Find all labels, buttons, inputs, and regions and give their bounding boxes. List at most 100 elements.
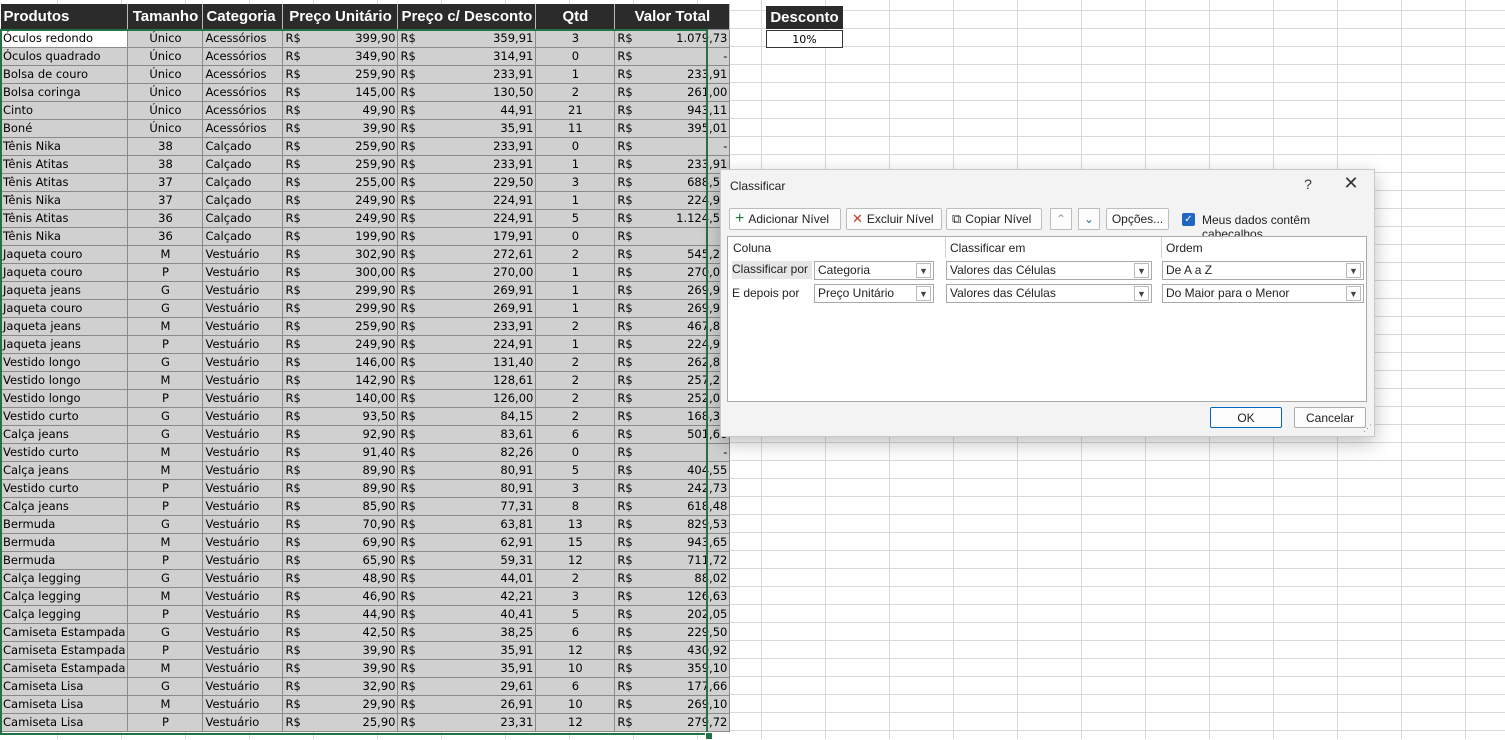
cell-prod[interactable]: Calça legging xyxy=(0,605,129,624)
cell-qtd[interactable]: 10 xyxy=(535,695,616,714)
cell-tam[interactable]: P xyxy=(127,263,204,282)
cell-cat[interactable]: Vestuário xyxy=(202,587,284,606)
cell-tam[interactable]: 37 xyxy=(127,173,204,192)
cell-pu[interactable]: R$ 42,50 xyxy=(282,623,399,642)
cell-vt[interactable]: R$ 269,10 xyxy=(614,695,731,714)
cell-vt[interactable]: R$ 177,66 xyxy=(614,677,731,696)
cell-qtd[interactable]: 2 xyxy=(535,353,616,372)
cell-pd[interactable]: R$ 233,91 xyxy=(397,137,537,156)
level-1-sort-on-select[interactable]: Valores das Células ▼ xyxy=(946,261,1152,280)
cell-pd[interactable]: R$ 35,91 xyxy=(397,119,537,138)
cell-vt[interactable]: R$ 1.079,73 xyxy=(614,29,731,48)
cell-pu[interactable]: R$ 259,90 xyxy=(282,155,399,174)
cell-vt[interactable]: R$ 688,50 xyxy=(614,173,731,192)
cell-pu[interactable]: R$ 44,90 xyxy=(282,605,399,624)
cell-tam[interactable]: Único xyxy=(127,65,204,84)
cell-vt[interactable]: R$ 224,91 xyxy=(614,335,731,354)
cell-pd[interactable]: R$ 126,00 xyxy=(397,389,537,408)
cell-pu[interactable]: R$ 255,00 xyxy=(282,173,399,192)
cell-tam[interactable]: G xyxy=(127,623,204,642)
cell-qtd[interactable]: 12 xyxy=(535,713,616,732)
cell-pu[interactable]: R$ 69,90 xyxy=(282,533,399,552)
cell-pd[interactable]: R$ 233,91 xyxy=(397,155,537,174)
cell-tam[interactable]: P xyxy=(127,713,204,732)
cell-pd[interactable]: R$ 35,91 xyxy=(397,641,537,660)
cell-pd[interactable]: R$ 359,91 xyxy=(397,29,537,48)
cell-qtd[interactable]: 11 xyxy=(535,119,616,138)
cell-prod[interactable]: Camiseta Estampada xyxy=(0,641,129,660)
cell-tam[interactable]: G xyxy=(127,569,204,588)
cell-pd[interactable]: R$ 40,41 xyxy=(397,605,537,624)
cell-qtd[interactable]: 2 xyxy=(535,389,616,408)
cell-pu[interactable]: R$ 302,90 xyxy=(282,245,399,264)
cell-pd[interactable]: R$ 130,50 xyxy=(397,83,537,102)
cell-prod[interactable]: Jaqueta jeans xyxy=(0,335,129,354)
cell-pd[interactable]: R$ 272,61 xyxy=(397,245,537,264)
cell-vt[interactable]: R$ 270,00 xyxy=(614,263,731,282)
cell-cat[interactable]: Vestuário xyxy=(202,479,284,498)
chevron-down-icon[interactable]: ▼ xyxy=(916,286,931,301)
cell-cat[interactable]: Vestuário xyxy=(202,263,284,282)
cell-prod[interactable]: Jaqueta couro xyxy=(0,299,129,318)
cell-pd[interactable]: R$ 229,50 xyxy=(397,173,537,192)
cell-pu[interactable]: R$ 89,90 xyxy=(282,479,399,498)
cell-vt[interactable]: R$ 269,91 xyxy=(614,281,731,300)
cell-cat[interactable]: Calçado xyxy=(202,173,284,192)
cell-qtd[interactable]: 6 xyxy=(535,425,616,444)
cell-pd[interactable]: R$ 233,91 xyxy=(397,317,537,336)
cell-vt[interactable]: R$ 229,50 xyxy=(614,623,731,642)
move-up-icon[interactable]: ⌃ xyxy=(1050,208,1072,230)
cell-qtd[interactable]: 3 xyxy=(535,173,616,192)
cell-qtd[interactable]: 5 xyxy=(535,461,616,480)
cell-cat[interactable]: Acessórios xyxy=(202,119,284,138)
cell-pu[interactable]: R$ 89,90 xyxy=(282,461,399,480)
cell-prod[interactable]: Jaqueta jeans xyxy=(0,281,129,300)
cell-tam[interactable]: P xyxy=(127,605,204,624)
cell-cat[interactable]: Acessórios xyxy=(202,101,284,120)
cell-pu[interactable]: R$ 39,90 xyxy=(282,659,399,678)
cell-cat[interactable]: Vestuário xyxy=(202,335,284,354)
cell-qtd[interactable]: 1 xyxy=(535,281,616,300)
cell-qtd[interactable]: 2 xyxy=(535,407,616,426)
cell-tam[interactable]: G xyxy=(127,425,204,444)
cell-prod[interactable]: Bermuda xyxy=(0,533,129,552)
cell-pd[interactable]: R$ 26,91 xyxy=(397,695,537,714)
cell-pu[interactable]: R$ 70,90 xyxy=(282,515,399,534)
cell-vt[interactable]: R$ 233,91 xyxy=(614,155,731,174)
cell-cat[interactable]: Vestuário xyxy=(202,299,284,318)
help-icon[interactable]: ? xyxy=(1301,176,1315,192)
cell-qtd[interactable]: 0 xyxy=(535,443,616,462)
cell-pd[interactable]: R$ 42,21 xyxy=(397,587,537,606)
cancel-button[interactable]: Cancelar xyxy=(1294,407,1366,428)
cell-prod[interactable]: Camiseta Estampada xyxy=(0,623,129,642)
cell-vt[interactable]: R$ 359,10 xyxy=(614,659,731,678)
cell-qtd[interactable]: 12 xyxy=(535,641,616,660)
cell-tam[interactable]: M xyxy=(127,533,204,552)
cell-pd[interactable]: R$ 38,25 xyxy=(397,623,537,642)
cell-prod[interactable]: Vestido longo xyxy=(0,389,129,408)
level-1-column-select[interactable]: Categoria ▼ xyxy=(814,261,934,280)
cell-tam[interactable]: G xyxy=(127,353,204,372)
cell-cat[interactable]: Vestuário xyxy=(202,389,284,408)
chevron-down-icon[interactable]: ▼ xyxy=(1346,263,1361,278)
cell-prod[interactable]: Jaqueta jeans xyxy=(0,317,129,336)
cell-tam[interactable]: M xyxy=(127,587,204,606)
cell-prod[interactable]: Calça jeans xyxy=(0,497,129,516)
cell-pu[interactable]: R$ 299,90 xyxy=(282,299,399,318)
cell-tam[interactable]: Único xyxy=(127,47,204,66)
cell-vt[interactable]: R$ 404,55 xyxy=(614,461,731,480)
cell-tam[interactable]: M xyxy=(127,695,204,714)
cell-prod[interactable]: Tênis Atitas xyxy=(0,173,129,192)
cell-pd[interactable]: R$ 84,15 xyxy=(397,407,537,426)
cell-pd[interactable]: R$ 59,31 xyxy=(397,551,537,570)
cell-pu[interactable]: R$ 65,90 xyxy=(282,551,399,570)
cell-cat[interactable]: Acessórios xyxy=(202,65,284,84)
resize-grip-icon[interactable]: ⋰ xyxy=(1363,423,1372,434)
cell-pd[interactable]: R$ 23,31 xyxy=(397,713,537,732)
cell-tam[interactable]: Único xyxy=(127,29,204,48)
header-categoria[interactable]: Categoria xyxy=(202,4,284,30)
cell-qtd[interactable]: 0 xyxy=(535,47,616,66)
cell-cat[interactable]: Acessórios xyxy=(202,29,284,48)
cell-pu[interactable]: R$ 259,90 xyxy=(282,137,399,156)
cell-cat[interactable]: Vestuário xyxy=(202,461,284,480)
